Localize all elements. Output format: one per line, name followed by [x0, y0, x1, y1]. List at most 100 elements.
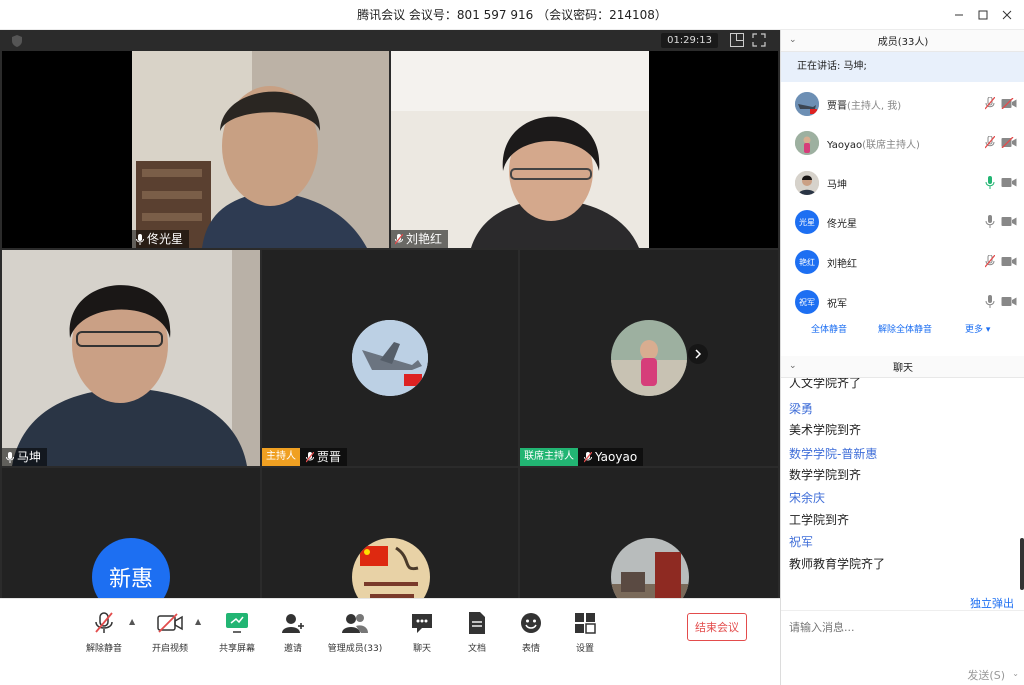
start-video-label: 开启视频: [151, 644, 188, 654]
member-name: 祝军: [827, 299, 847, 310]
participant-video-icon: [132, 51, 389, 248]
member-avatar: 艳红: [795, 250, 819, 274]
send-options-caret-icon[interactable]: ⌄: [1012, 669, 1019, 678]
reactions-button[interactable]: 表情: [501, 609, 561, 654]
participant-name-tag: 联席主持人 Yaoyao: [520, 448, 644, 466]
member-row[interactable]: Yaoyao(联席主持人): [781, 124, 1024, 163]
chevron-down-icon[interactable]: ⌄: [789, 35, 797, 45]
avatar-text: 光星: [799, 217, 815, 227]
microphone-icon[interactable]: [985, 215, 995, 231]
camera-off-icon: [156, 609, 184, 637]
members-panel-title: 成员(33人): [877, 37, 929, 48]
share-screen-icon: [223, 609, 251, 637]
chevron-right-icon[interactable]: [688, 344, 708, 364]
chat-message-sender: 祝军: [789, 535, 814, 549]
chat-scrollbar[interactable]: [1020, 538, 1024, 590]
member-name: 刘艳红: [827, 259, 857, 270]
video-tile-tongguangxing[interactable]: 佟光星: [2, 51, 389, 248]
camera-icon[interactable]: [1001, 177, 1017, 191]
member-name: 佟光星: [827, 219, 857, 230]
video-tile-yaoyao[interactable]: 联席主持人 Yaoyao: [520, 250, 778, 466]
camera-icon[interactable]: [1001, 216, 1017, 230]
mute-all-button[interactable]: 全体静音: [811, 322, 847, 335]
member-row[interactable]: 马坤: [781, 164, 1024, 203]
video-options-caret-icon[interactable]: ▲: [195, 617, 201, 626]
share-screen-label: 共享屏幕: [218, 644, 255, 654]
chat-icon: [408, 609, 436, 637]
participant-name-tag: 马坤: [2, 448, 48, 466]
member-row[interactable]: 祝军 祝军: [781, 283, 1024, 322]
participant-video-icon: [391, 51, 649, 248]
unmute-all-button[interactable]: 解除全体静音: [878, 322, 932, 335]
microphone-icon[interactable]: [985, 295, 995, 311]
participant-name-tag: 佟光星: [132, 230, 190, 248]
settings-label: 设置: [575, 644, 594, 654]
video-tile-jiajin[interactable]: 主持人 贾晋: [262, 250, 518, 466]
member-role: (主持人, 我): [847, 101, 902, 112]
minimize-icon[interactable]: [948, 4, 970, 26]
maximize-icon[interactable]: [972, 4, 994, 26]
manage-members-label: 管理成员(33): [327, 644, 383, 654]
chat-input-area: 发送(S) ⌄: [781, 610, 1024, 685]
microphone-muted-icon[interactable]: [984, 96, 996, 113]
members-icon: [341, 609, 369, 637]
member-name-label: 马坤: [827, 176, 847, 191]
share-screen-button[interactable]: 共享屏幕: [207, 609, 267, 654]
camera-off-icon[interactable]: [1001, 136, 1017, 151]
chat-message-text: 教师教育学院齐了: [789, 557, 886, 571]
title-bar: 腾讯会议 会议号：801 597 916 （会议密码：214108）: [0, 0, 1024, 30]
shield-icon[interactable]: [10, 34, 24, 48]
settings-button[interactable]: 设置: [555, 609, 615, 654]
microphone-muted-icon: [584, 451, 592, 463]
member-row[interactable]: 艳红 刘艳红: [781, 243, 1024, 282]
settings-grid-icon: [571, 609, 599, 637]
member-row[interactable]: 贾晋(主持人, 我): [781, 85, 1024, 124]
member-name-label: 贾晋(主持人, 我): [827, 97, 901, 112]
layout-icon[interactable]: [730, 33, 744, 47]
video-tile-liuyanhong[interactable]: 刘艳红: [391, 51, 778, 248]
docs-label: 文档: [467, 644, 486, 654]
chat-message-input[interactable]: [789, 617, 1017, 637]
docs-button[interactable]: 文档: [447, 609, 507, 654]
microphone-muted-icon[interactable]: [984, 135, 996, 152]
fullscreen-icon[interactable]: [752, 33, 766, 47]
popout-chat-link[interactable]: 独立弹出: [970, 595, 1014, 611]
member-name-label: 刘艳红: [827, 255, 857, 270]
send-button[interactable]: 发送(S): [967, 667, 1005, 683]
video-tile-makun[interactable]: 马坤: [2, 250, 260, 466]
add-user-icon: [279, 609, 307, 637]
chevron-down-icon[interactable]: ⌄: [789, 361, 797, 371]
unmute-button[interactable]: 解除静音: [74, 609, 134, 654]
chat-message-sender: 数学学院-普新惠: [789, 447, 878, 461]
microphone-active-icon[interactable]: [985, 176, 995, 192]
invite-button[interactable]: 邀请: [263, 609, 323, 654]
avatar-text: 新惠: [108, 567, 153, 592]
audio-options-caret-icon[interactable]: ▲: [129, 617, 135, 626]
child-avatar-icon: [795, 131, 819, 155]
chat-message-sender: 梁勇: [789, 402, 814, 416]
close-icon[interactable]: [996, 4, 1018, 26]
end-meeting-button[interactable]: 结束会议: [687, 613, 747, 641]
member-row[interactable]: 光星 佟光星: [781, 203, 1024, 242]
invite-label: 邀请: [283, 644, 302, 654]
microphone-muted-icon: [395, 233, 403, 245]
camera-icon[interactable]: [1001, 296, 1017, 310]
window-controls: [948, 0, 1018, 30]
meeting-window: 腾讯会议 会议号：801 597 916 （会议密码：214108） 01:29…: [0, 0, 1024, 685]
manage-members-button[interactable]: 管理成员(33): [325, 609, 385, 654]
chat-panel-title: 聊天: [893, 363, 913, 374]
start-video-button[interactable]: 开启视频: [140, 609, 200, 654]
microphone-muted-icon[interactable]: [984, 254, 996, 271]
meeting-toolbar: 解除静音 ▲ 开启视频 ▲ 共享屏幕 邀请 管理成员(33) 聊天 文档 表情 …: [0, 598, 780, 685]
document-icon: [463, 609, 491, 637]
chat-button[interactable]: 聊天: [392, 609, 452, 654]
chat-panel-header: ⌄ 聊天: [781, 356, 1024, 378]
member-name: 贾晋: [827, 101, 847, 112]
participant-name: Yaoyao: [595, 450, 638, 464]
participant-video-icon: [2, 250, 260, 466]
member-avatar: 祝军: [795, 290, 819, 314]
camera-icon[interactable]: [1001, 256, 1017, 270]
more-button[interactable]: 更多 ▾: [965, 322, 990, 335]
camera-off-icon[interactable]: [1001, 97, 1017, 112]
chat-message-text: 工学院到齐: [789, 513, 850, 527]
